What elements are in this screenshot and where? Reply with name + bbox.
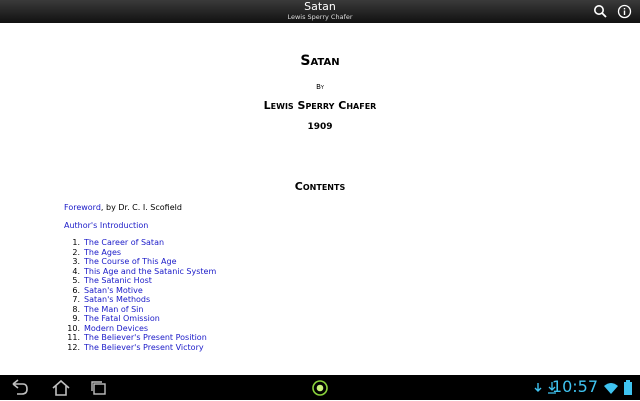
foreword-link[interactable]: Foreword	[64, 203, 101, 212]
author-name: Lewis Sperry Chafer	[263, 99, 377, 112]
chapter-number: 9.	[72, 314, 80, 323]
app-subtitle: Lewis Sperry Chafer	[287, 13, 353, 21]
foreword-author: , by Dr. C. I. Scofield	[100, 203, 182, 212]
chapter-item: 1. The Career of Satan	[64, 238, 216, 248]
chapter-link[interactable]: The Man of Sin	[84, 305, 143, 314]
chapter-number: 1.	[72, 238, 80, 247]
chapter-link[interactable]: The Ages	[84, 248, 121, 257]
book-title: Satan	[300, 53, 340, 69]
status-clock: 10:57	[551, 377, 598, 396]
chapter-link[interactable]: The Satanic Host	[84, 276, 152, 285]
chapter-number: 11.	[67, 333, 80, 342]
chapter-item: 12. The Believer's Present Victory	[64, 343, 216, 353]
app-title: Satan	[304, 0, 336, 13]
home-icon[interactable]	[50, 378, 72, 397]
info-icon[interactable]	[616, 3, 633, 20]
chapter-link[interactable]: The Fatal Omission	[84, 314, 160, 323]
chapter-link[interactable]: Satan's Methods	[84, 295, 150, 304]
search-icon[interactable]	[592, 3, 609, 20]
chapter-link[interactable]: Satan's Motive	[84, 286, 143, 295]
author-introduction-link[interactable]: Author's Introduction	[64, 221, 148, 230]
intro-line: Author's Introduction	[64, 221, 148, 230]
chapter-item: 5. The Satanic Host	[64, 276, 216, 286]
chapter-item: 3. The Course of This Age	[64, 257, 216, 267]
contents-heading: Contents	[294, 180, 346, 193]
chapter-item: 10. Modern Devices	[64, 324, 216, 334]
chapter-item: 6. Satan's Motive	[64, 286, 216, 296]
by-label: By	[316, 83, 324, 91]
book-content: Satan By Lewis Sperry Chafer 1909 Conten…	[0, 23, 640, 375]
chapter-item: 11. The Believer's Present Position	[64, 333, 216, 343]
chapter-link[interactable]: The Course of This Age	[84, 257, 177, 266]
chapter-number: 4.	[72, 266, 80, 276]
chapter-number: 12.	[67, 342, 80, 352]
chapter-item: 4. This Age and the Satanic System	[64, 267, 216, 277]
chapter-number: 5.	[72, 276, 80, 285]
chapter-link[interactable]: This Age and the Satanic System	[84, 267, 216, 276]
action-bar: Satan Lewis Sperry Chafer	[0, 0, 640, 23]
chapter-item: 7. Satan's Methods	[64, 295, 216, 305]
system-navigation-bar: 10:57	[0, 375, 640, 400]
chapter-link[interactable]: The Believer's Present Position	[84, 333, 207, 342]
chapter-item: 9. The Fatal Omission	[64, 314, 216, 324]
chapter-number: 3.	[72, 257, 80, 266]
chapter-item: 2. The Ages	[64, 248, 216, 258]
back-icon[interactable]	[8, 378, 30, 397]
chapter-number: 7.	[72, 295, 80, 304]
recent-apps-icon[interactable]	[88, 378, 110, 397]
chapter-number: 6.	[72, 285, 80, 295]
chapter-number: 2.	[72, 247, 80, 257]
chapter-number: 10.	[67, 323, 80, 333]
chapter-link[interactable]: The Career of Satan	[84, 238, 164, 247]
chapter-number: 8.	[72, 304, 80, 314]
foreword-line: Foreword, by Dr. C. I. Scofield	[64, 203, 182, 212]
sync-icon	[532, 378, 544, 397]
chapter-list: 1. The Career of Satan 2. The Ages 3. The C…	[64, 238, 216, 352]
app-notification-icon[interactable]	[309, 378, 331, 397]
publication-year: 1909	[307, 122, 333, 132]
chapter-item: 8. The Man of Sin	[64, 305, 216, 315]
wifi-icon	[603, 378, 619, 397]
chapter-link[interactable]: Modern Devices	[84, 324, 148, 333]
battery-icon	[622, 378, 634, 397]
chapter-link[interactable]: The Believer's Present Victory	[84, 343, 204, 352]
